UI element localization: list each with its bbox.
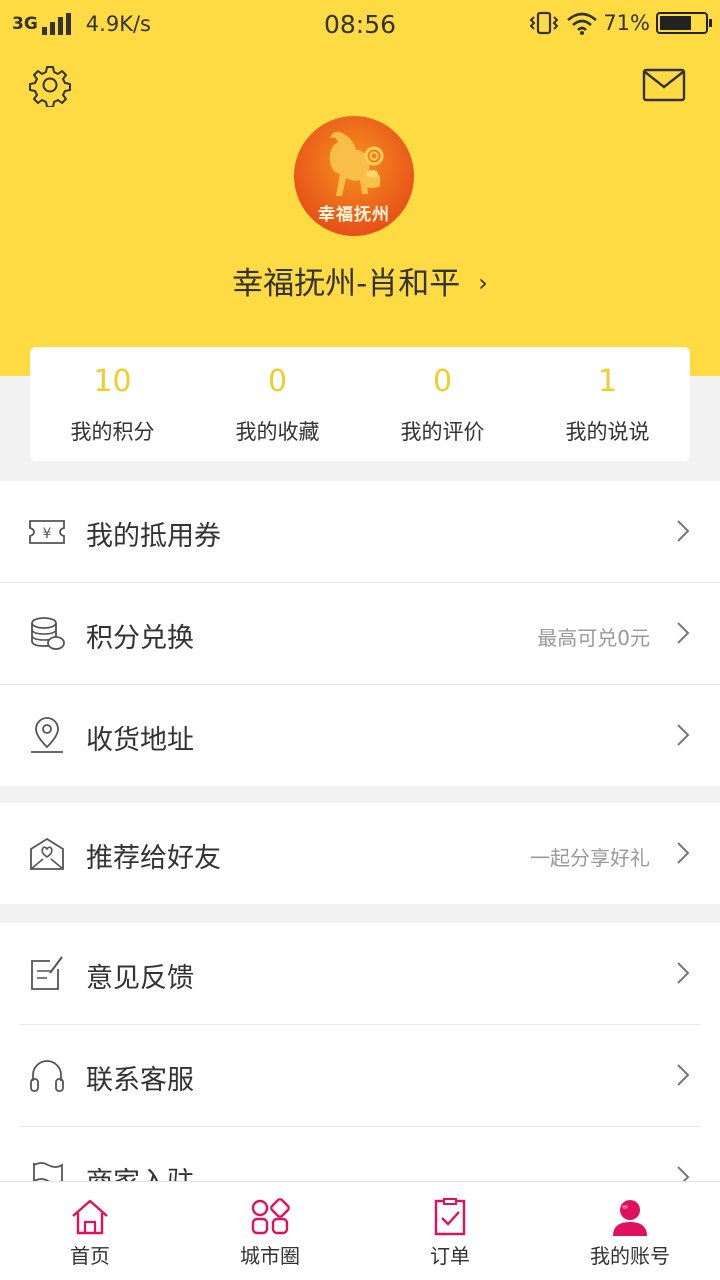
chevron-right-icon bbox=[677, 520, 690, 542]
flag-icon bbox=[33, 1162, 63, 1181]
menu-item-address[interactable]: 收货地址 bbox=[0, 685, 720, 786]
stat-posts[interactable]: 1 我的说说 bbox=[525, 347, 690, 461]
svg-text:¥: ¥ bbox=[43, 526, 52, 542]
username: 幸福抚州-肖和平 bbox=[232, 266, 461, 302]
stat-value: 0 bbox=[267, 364, 288, 399]
menu-label: 联系客服 bbox=[86, 1065, 194, 1096]
vibrate-icon bbox=[529, 11, 559, 35]
status-bar: 3G 4.9K/s 08:56 71% bbox=[0, 0, 720, 48]
chevron-right-icon bbox=[677, 1166, 690, 1181]
menu-label: 我的抵用券 bbox=[86, 521, 221, 552]
username-row[interactable]: 幸福抚州-肖和平 › bbox=[0, 258, 720, 303]
stat-label: 我的积分 bbox=[70, 420, 155, 444]
tab-label: 我的账号 bbox=[590, 1244, 670, 1268]
clipboard-check-icon bbox=[434, 1198, 466, 1236]
avatar[interactable]: 幸福抚州 bbox=[294, 116, 414, 236]
menu-hint: 一起分享好礼 bbox=[530, 846, 650, 870]
heart-envelope-icon bbox=[30, 837, 64, 870]
bottom-tab-bar: 首页 城市圈 订单 我的账号 bbox=[0, 1181, 720, 1280]
wifi-icon bbox=[567, 12, 598, 35]
battery-icon bbox=[656, 12, 712, 34]
user-icon bbox=[613, 1200, 647, 1236]
settings-gear-icon[interactable] bbox=[28, 63, 72, 107]
menu-item-feedback[interactable]: 意见反馈 bbox=[0, 923, 720, 1024]
stats-card: 10 我的积分 0 我的收藏 0 我的评价 1 我的说说 bbox=[30, 347, 690, 461]
avatar-caption: 幸福抚州 bbox=[318, 205, 390, 225]
menu-item-recommend[interactable]: 推荐给好友 一起分享好礼 bbox=[0, 803, 720, 904]
stat-label: 我的收藏 bbox=[235, 420, 320, 444]
stat-label: 我的说说 bbox=[565, 420, 650, 444]
tab-home[interactable]: 首页 bbox=[0, 1182, 180, 1280]
location-pin-icon bbox=[31, 717, 63, 753]
battery-percent: 71% bbox=[603, 11, 650, 35]
tab-label: 城市圈 bbox=[240, 1244, 300, 1268]
menu-label: 推荐给好友 bbox=[86, 843, 221, 874]
menu-label: 收货地址 bbox=[86, 725, 194, 756]
menu-item-points-exchange[interactable]: 积分兑换 最高可兑0元 bbox=[0, 583, 720, 684]
edit-note-icon bbox=[31, 956, 63, 990]
coins-icon bbox=[31, 617, 65, 650]
stat-label: 我的评价 bbox=[400, 420, 485, 444]
tab-my-account[interactable]: 我的账号 bbox=[540, 1182, 720, 1280]
tab-orders[interactable]: 订单 bbox=[360, 1182, 540, 1280]
chevron-right-icon bbox=[677, 724, 690, 746]
chevron-right-icon bbox=[677, 962, 690, 984]
coupon-icon: ¥ bbox=[29, 520, 65, 544]
menu-item-customer-service[interactable]: 联系客服 bbox=[0, 1025, 720, 1126]
chevron-right-icon: › bbox=[478, 269, 488, 297]
menu-group-share: 推荐给好友 一起分享好礼 bbox=[0, 803, 720, 904]
chevron-right-icon bbox=[677, 622, 690, 644]
menu-group-help: 意见反馈 联系客服 商家入驻 bbox=[0, 923, 720, 1181]
chevron-right-icon bbox=[677, 842, 690, 864]
home-icon bbox=[72, 1199, 108, 1235]
tab-label: 首页 bbox=[70, 1244, 110, 1268]
menu-item-coupons[interactable]: ¥ 我的抵用券 bbox=[0, 481, 720, 582]
stat-favorites[interactable]: 0 我的收藏 bbox=[195, 347, 360, 461]
stat-value: 1 bbox=[597, 364, 618, 399]
menu-hint: 最高可兑0元 bbox=[537, 626, 650, 650]
headphones-icon bbox=[30, 1060, 64, 1092]
menu-item-merchant-join[interactable]: 商家入驻 bbox=[0, 1127, 720, 1181]
chevron-right-icon bbox=[677, 1064, 690, 1086]
stat-reviews[interactable]: 0 我的评价 bbox=[360, 347, 525, 461]
menu-label: 商家入驻 bbox=[86, 1160, 194, 1181]
stat-value: 0 bbox=[432, 364, 453, 399]
menu-group-account: ¥ 我的抵用券 积分兑换 最高可兑0元 收货地址 bbox=[0, 481, 720, 786]
tab-city-circle[interactable]: 城市圈 bbox=[180, 1182, 360, 1280]
menu-label: 积分兑换 bbox=[86, 623, 194, 654]
stat-value: 10 bbox=[93, 364, 132, 399]
mail-icon[interactable] bbox=[642, 68, 686, 102]
profile-header: 幸福抚州 幸福抚州-肖和平 › bbox=[0, 48, 720, 376]
tab-label: 订单 bbox=[430, 1244, 470, 1268]
grid-apps-icon bbox=[251, 1198, 290, 1235]
menu-label: 意见反馈 bbox=[86, 963, 194, 994]
stat-points[interactable]: 10 我的积分 bbox=[30, 347, 195, 461]
